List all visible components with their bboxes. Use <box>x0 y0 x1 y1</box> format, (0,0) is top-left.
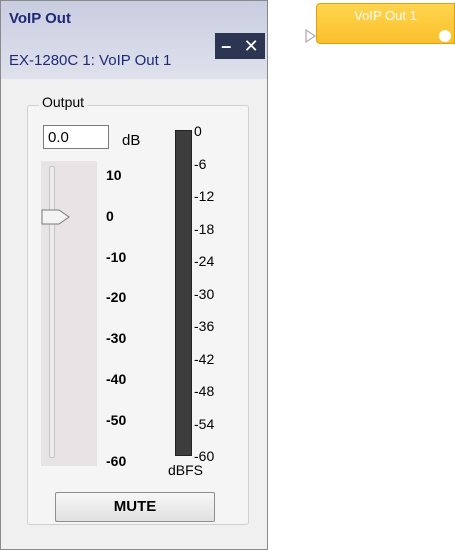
fader-scale-label: 0 <box>106 207 114 224</box>
meter-scale-label: -54 <box>194 415 215 432</box>
meter-scale-label: -48 <box>194 383 215 399</box>
fader-scale-label: 10 <box>106 167 122 183</box>
meter-scale-label: -18 <box>194 220 215 237</box>
fader-thumb-icon[interactable] <box>41 209 71 225</box>
meter-scale-label: -24 <box>194 253 215 269</box>
voip-out-block[interactable]: VoIP Out 1 <box>316 3 455 44</box>
fader-scale-label: -30 <box>106 330 127 347</box>
panel-subtitle: EX-1280C 1: VoIP Out 1 <box>9 52 172 69</box>
fader-scale-label: -40 <box>106 371 127 387</box>
gain-unit-label: dB <box>122 132 141 149</box>
level-meter <box>175 130 192 456</box>
fader-scale-label: -60 <box>106 452 127 469</box>
meter-scale-label: 0 <box>194 123 202 139</box>
meter-scale-label: -12 <box>194 188 215 204</box>
output-group-label: Output <box>39 94 88 110</box>
fader-scale-label: -20 <box>106 289 127 306</box>
meter-scale-label: -30 <box>194 285 215 302</box>
panel-title: VoIP Out <box>9 10 71 27</box>
mute-button[interactable]: MUTE <box>55 492 215 522</box>
gain-input[interactable] <box>43 125 109 149</box>
block-title: VoIP Out 1 <box>354 8 417 23</box>
meter-unit-label: dBFS <box>168 462 204 478</box>
title-bar[interactable]: VoIP Out EX-1280C 1: VoIP Out 1 – ✕ <box>1 1 267 79</box>
meter-scale-label: -42 <box>194 350 215 367</box>
meter-scale-label: -6 <box>194 155 207 172</box>
window-controls: – ✕ <box>215 33 265 59</box>
fader-scale-label: -50 <box>106 411 127 428</box>
voip-out-panel: VoIP Out EX-1280C 1: VoIP Out 1 – ✕ Outp… <box>0 0 268 550</box>
status-led-icon <box>439 30 451 42</box>
minimize-icon[interactable]: – <box>218 37 234 55</box>
fader-scale-label: -10 <box>106 248 127 265</box>
meter-scale-label: -36 <box>194 318 215 334</box>
close-icon[interactable]: ✕ <box>241 37 262 55</box>
